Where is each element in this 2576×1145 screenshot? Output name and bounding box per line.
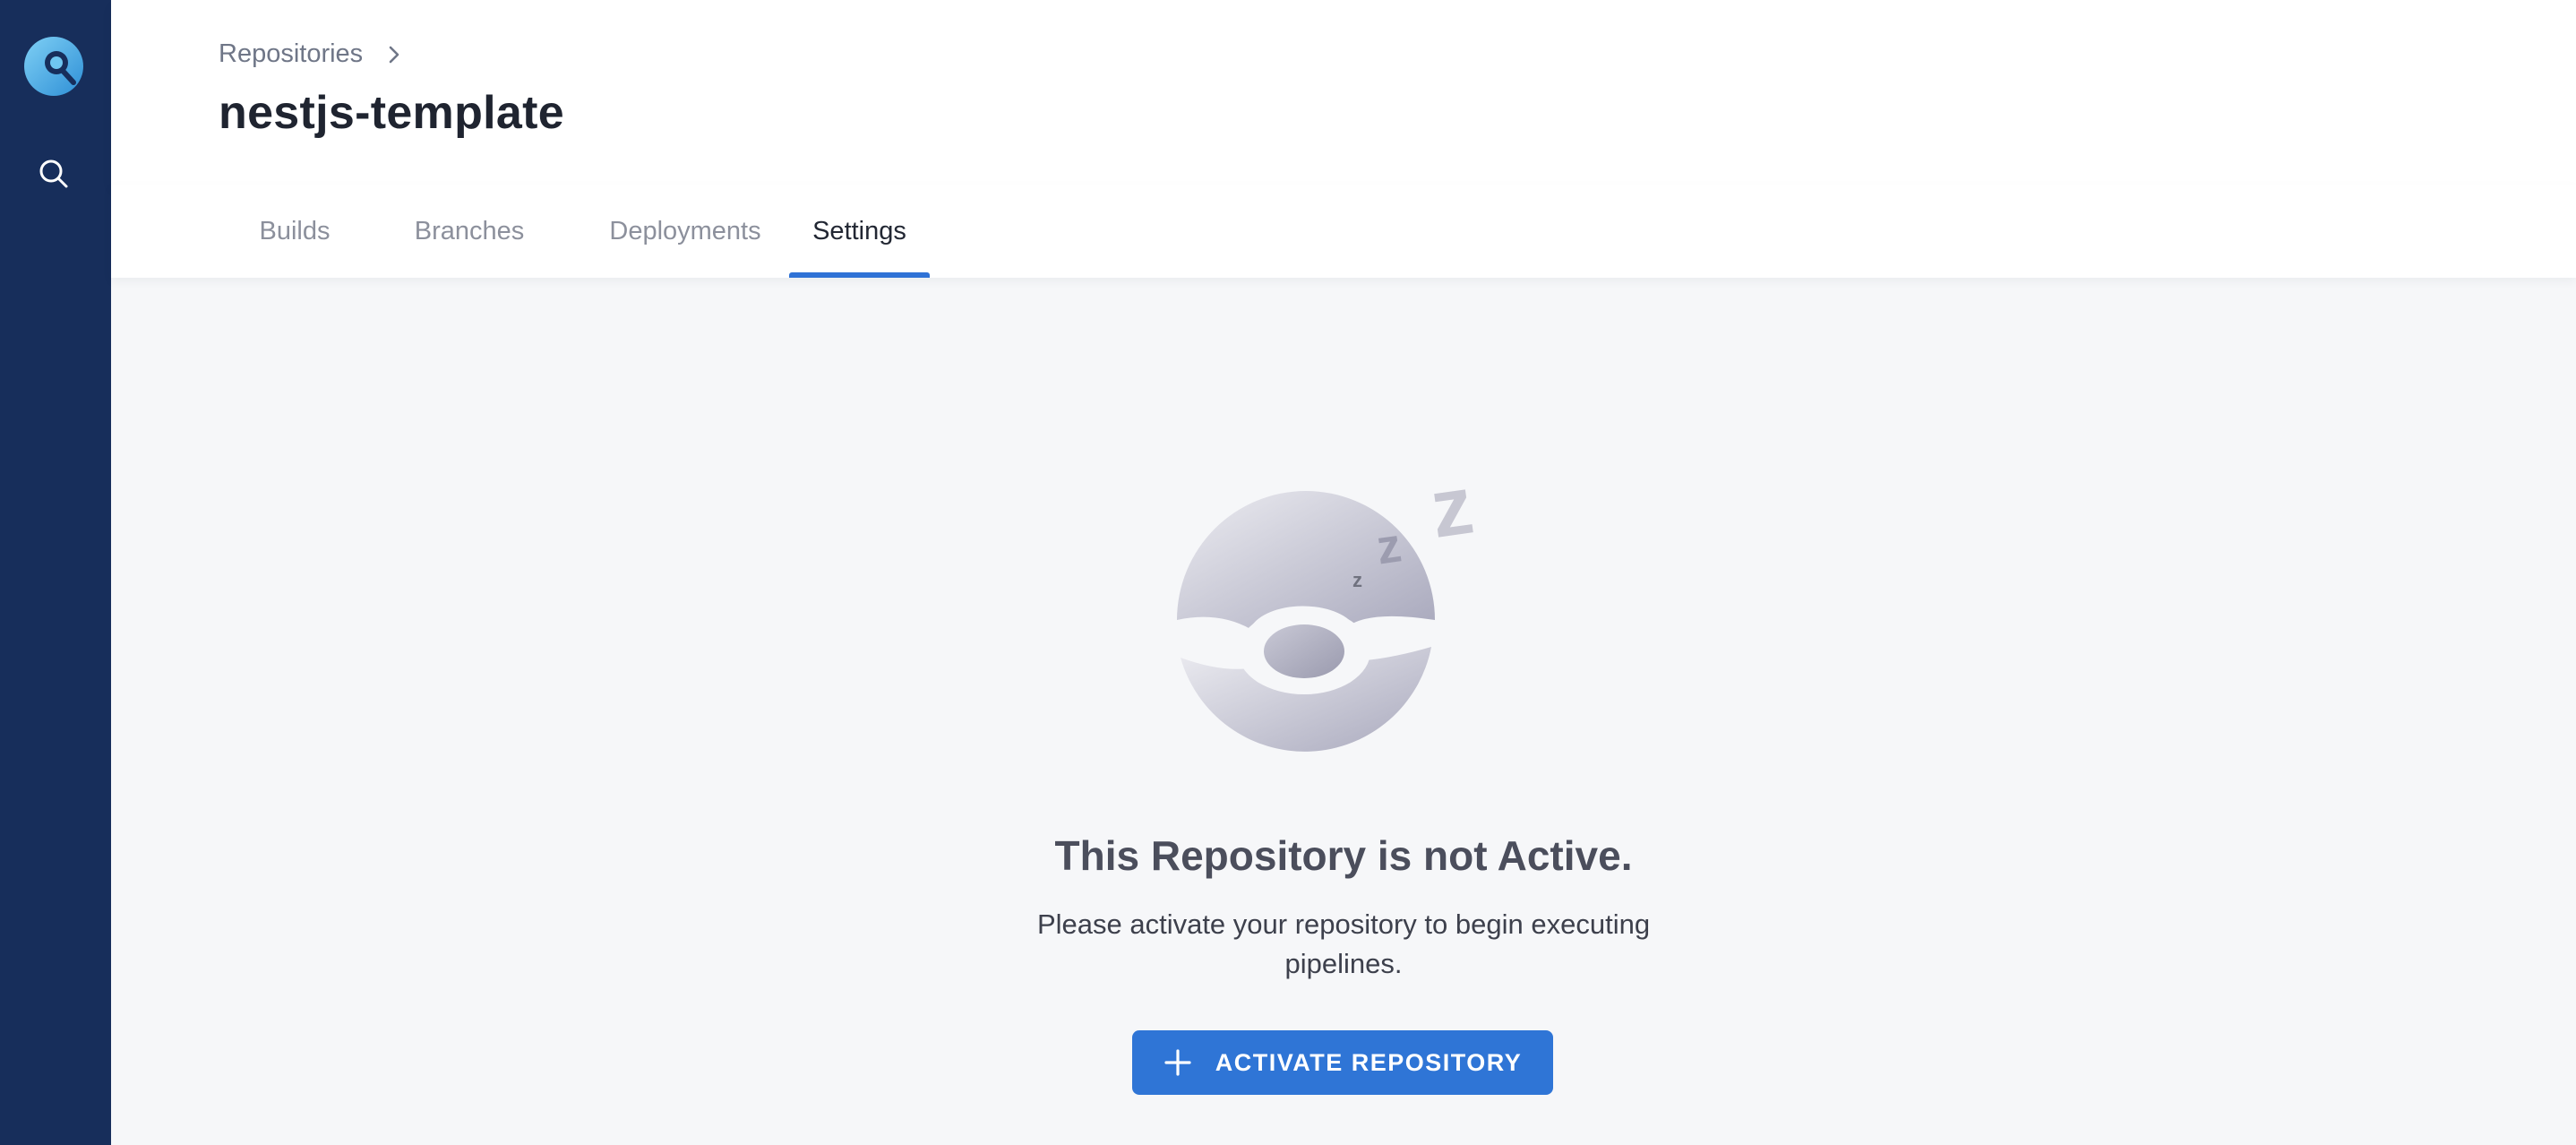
page-header: Repositories nestjs-template [111,0,2576,186]
plus-icon [1163,1048,1192,1077]
svg-text:z: z [1425,460,1479,555]
empty-state: z z z This Repository is not Active. Ple… [111,278,2576,1145]
empty-state-title: This Repository is not Active. [1054,832,1633,879]
sleeping-repository-icon: z z z [1173,453,1532,758]
tab-bar: Builds Branches Deployments Settings [111,185,2576,278]
empty-state-description: Please activate your repository to begin… [1036,908,1651,979]
tab-settings[interactable]: Settings [789,185,930,278]
breadcrumb-repositories-link[interactable]: Repositories [219,39,363,69]
tab-deployments[interactable]: Deployments [559,185,811,278]
tab-branches[interactable]: Branches [380,185,559,278]
search-icon[interactable] [36,156,72,192]
breadcrumb: Repositories [219,39,402,69]
activate-repository-label: ACTIVATE REPOSITORY [1215,1048,1523,1076]
page-title: nestjs-template [219,87,564,139]
svg-text:z: z [1352,569,1362,591]
sidebar [0,0,111,1145]
tab-builds[interactable]: Builds [236,185,353,278]
activate-repository-button[interactable]: ACTIVATE REPOSITORY [1132,1030,1553,1095]
drone-logo-icon[interactable] [23,36,84,97]
chevron-right-icon [386,44,402,65]
